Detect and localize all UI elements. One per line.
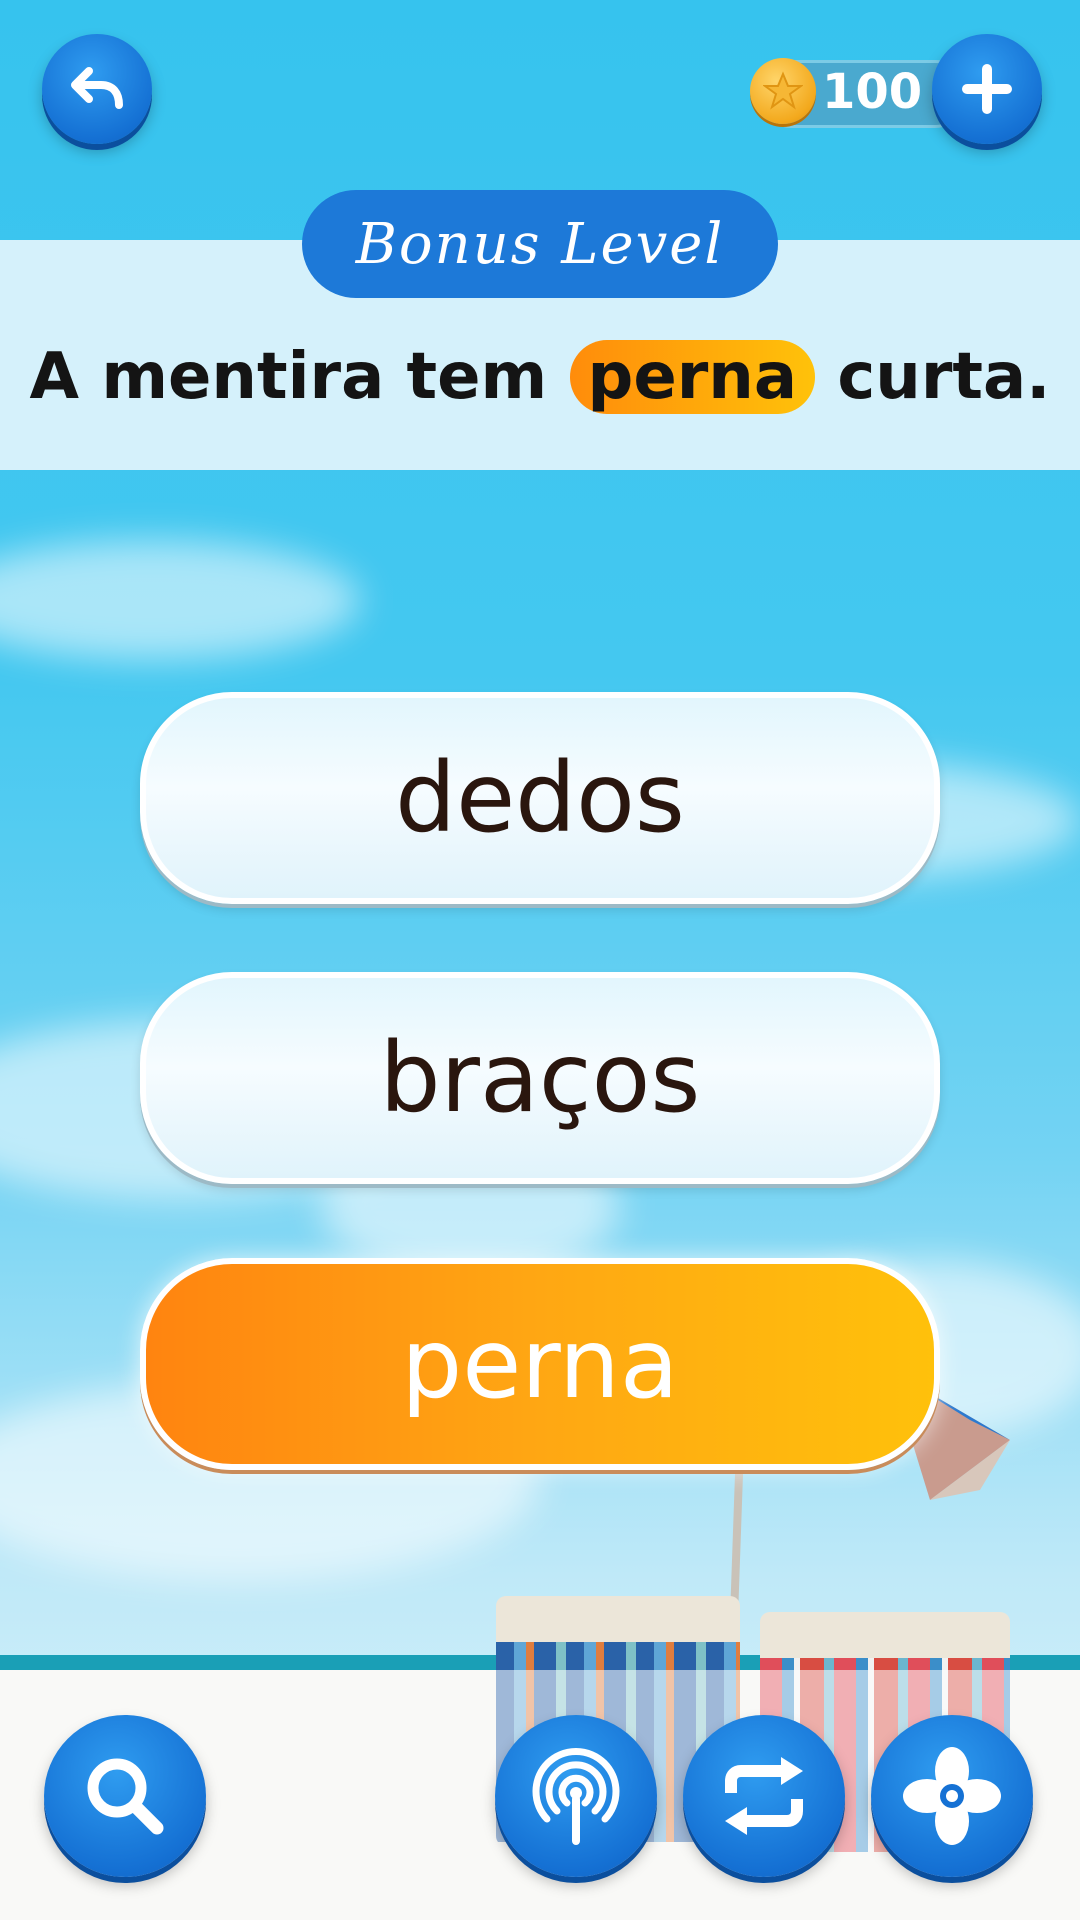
undo-arrow-icon: [71, 67, 123, 109]
answer-option-dedos[interactable]: dedos: [140, 692, 940, 904]
sentence-before: A mentira tem: [29, 340, 548, 414]
add-coins-button[interactable]: [932, 34, 1042, 144]
sentence-highlight: perna: [569, 340, 816, 414]
answer-option-bracos[interactable]: braços: [140, 972, 940, 1184]
sentence-after: curta.: [837, 340, 1051, 414]
shuffle-button[interactable]: [683, 1715, 845, 1877]
signal-hint-button[interactable]: [495, 1715, 657, 1877]
fan-hint-button[interactable]: [871, 1715, 1033, 1877]
signal-icon: [532, 1747, 620, 1845]
back-button[interactable]: [42, 34, 152, 144]
coin-icon: [750, 58, 816, 124]
star-icon: [763, 71, 803, 110]
question-sentence: A mentira tem perna curta.: [0, 340, 1080, 414]
answer-option-perna-selected[interactable]: perna: [140, 1258, 940, 1470]
coin-count: 100: [822, 64, 923, 120]
level-title: Bonus Level: [302, 190, 778, 298]
plus-icon: [962, 64, 1012, 114]
swap-icon: [725, 1757, 803, 1835]
search-hint-button[interactable]: [44, 1715, 206, 1877]
search-icon: [87, 1758, 164, 1835]
fan-icon: [903, 1747, 1001, 1845]
